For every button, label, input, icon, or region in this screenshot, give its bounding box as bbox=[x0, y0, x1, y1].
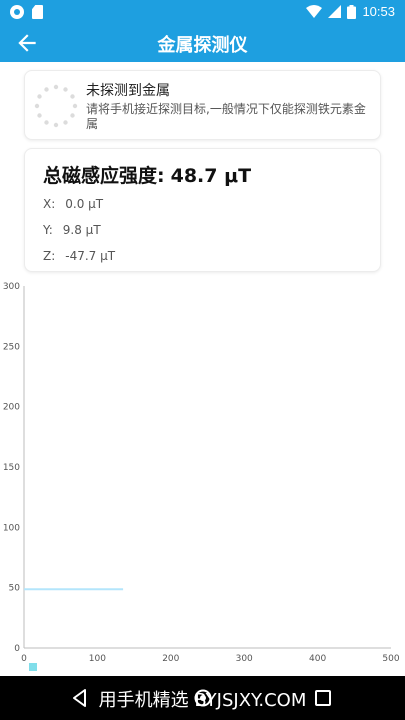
x-tick-label: 100 bbox=[89, 654, 106, 664]
x-label: X: bbox=[43, 197, 56, 211]
z-value: -47.7 μT bbox=[65, 249, 116, 263]
legend-swatch bbox=[29, 663, 37, 671]
page-title: 金属探测仪 bbox=[157, 35, 248, 56]
x-axis-readout: X: 0.0 μT bbox=[43, 197, 103, 211]
notification-dot-icon bbox=[10, 5, 24, 19]
x-tick-label: 400 bbox=[309, 654, 326, 664]
navigation-bar: 用手机精选 BYJSJXY.COM bbox=[0, 676, 405, 720]
magnetic-field-card: 总磁感应强度: 48.7 μT X: 0.0 μT Y: 9.8 μT Z: -47.7… bbox=[24, 148, 381, 272]
total-field-value: 48.7 μT bbox=[170, 165, 252, 187]
watermark-text: 用手机精选 BYJSJXY.COM bbox=[98, 690, 307, 711]
x-value: 0.0 μT bbox=[65, 197, 104, 211]
y-tick-label: 50 bbox=[9, 584, 21, 594]
x-tick-label: 300 bbox=[236, 654, 253, 664]
x-tick-label: 500 bbox=[382, 654, 399, 664]
signal-icon bbox=[328, 5, 342, 18]
y-tick-label: 250 bbox=[3, 342, 20, 352]
detection-status-description: 请将手机接近探测目标,一般情况下仅能探测铁元素金属 bbox=[86, 102, 366, 131]
x-tick-label: 200 bbox=[162, 654, 179, 664]
y-value: 9.8 μT bbox=[62, 223, 101, 237]
x-tick-label: 0 bbox=[21, 654, 27, 664]
sd-card-icon bbox=[32, 5, 43, 19]
y-tick-label: 0 bbox=[14, 644, 20, 654]
z-axis-readout: Z: -47.7 μT bbox=[43, 249, 115, 263]
y-tick-label: 200 bbox=[3, 403, 20, 413]
y-tick-label: 100 bbox=[3, 523, 20, 533]
detection-status-card: 未探测到金属 请将手机接近探测目标,一般情况下仅能探测铁元素金属 bbox=[24, 70, 381, 140]
y-tick-label: 150 bbox=[3, 463, 20, 473]
total-field-label: 总磁感应强度: bbox=[43, 165, 165, 187]
battery-icon bbox=[347, 4, 357, 19]
detection-status-title: 未探测到金属 bbox=[86, 83, 170, 99]
y-tick-label: 300 bbox=[3, 282, 20, 292]
status-bar: 10:53 bbox=[0, 0, 405, 24]
y-axis-readout: Y: 9.8 μT bbox=[43, 223, 101, 237]
app-bar: 金属探测仪 bbox=[0, 24, 405, 62]
magnetic-field-chart: 0 50 100 150 200 250 300 0 100 200 300 400 500 bbox=[3, 282, 400, 671]
y-label: Y: bbox=[43, 223, 53, 237]
status-time: 10:53 bbox=[362, 4, 395, 19]
loading-spinner-icon bbox=[34, 84, 78, 128]
wifi-icon bbox=[306, 5, 323, 18]
total-field-readout: 总磁感应强度: 48.7 μT bbox=[43, 161, 251, 188]
z-label: Z: bbox=[43, 249, 56, 263]
